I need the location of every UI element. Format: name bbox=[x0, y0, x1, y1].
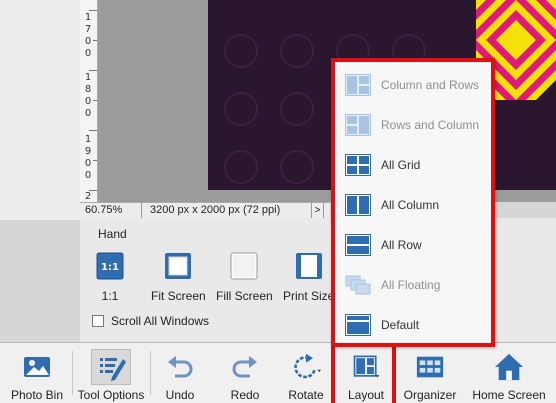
ruler-tick bbox=[89, 130, 97, 131]
ruler-digit: 1 bbox=[84, 12, 92, 23]
scroll-all-windows-label: Scroll All Windows bbox=[111, 314, 210, 328]
layout-menu-item-label: All Floating bbox=[381, 278, 441, 292]
layout-menu: Column and Rows Rows and Column All Grid… bbox=[331, 58, 495, 347]
photo-bin-label: Photo Bin bbox=[10, 388, 64, 402]
layout-menu-item-label: All Row bbox=[381, 238, 422, 252]
ruler-digit: 0 bbox=[84, 48, 92, 59]
pattern-circle bbox=[224, 92, 258, 126]
layout-menu-item-all-grid[interactable]: All Grid bbox=[345, 152, 489, 178]
rows-and-column-icon bbox=[345, 114, 371, 136]
status-menu-arrow[interactable]: > bbox=[312, 203, 324, 218]
layout-menu-item-label: Column and Rows bbox=[381, 78, 480, 92]
undo-label: Undo bbox=[165, 388, 195, 402]
document-dimensions: 3200 px x 2000 px (72 ppi) bbox=[142, 203, 312, 218]
fill-screen-icon bbox=[230, 252, 258, 280]
highlight-border bbox=[331, 342, 335, 403]
layout-menu-item-column-and-rows[interactable]: Column and Rows bbox=[345, 72, 489, 98]
print-size-label: Print Size bbox=[283, 289, 335, 303]
status-bar: 60.75% 3200 px x 2000 px (72 ppi) > bbox=[80, 202, 330, 218]
ruler-tick bbox=[93, 40, 97, 41]
layout-menu-item-all-floating[interactable]: All Floating bbox=[345, 272, 489, 298]
left-empty-panel bbox=[0, 0, 80, 220]
vertical-ruler: 1 7 0 0 1 8 0 0 1 9 0 0 2 bbox=[80, 0, 98, 202]
photo-bin-icon bbox=[22, 352, 52, 382]
zoom-level[interactable]: 60.75% bbox=[80, 203, 142, 218]
tool-name-label: Hand bbox=[98, 227, 127, 241]
rotate-button[interactable]: Rotate bbox=[276, 343, 336, 403]
redo-icon bbox=[230, 352, 260, 382]
organizer-icon bbox=[415, 352, 445, 382]
rotate-label: Rotate bbox=[288, 388, 324, 402]
home-screen-button[interactable]: Home Screen bbox=[468, 343, 550, 403]
undo-button[interactable]: Undo bbox=[150, 343, 210, 403]
column-and-rows-icon bbox=[345, 74, 371, 96]
ruler-digit: 1 bbox=[84, 72, 92, 83]
one-to-one-label: 1:1 bbox=[101, 289, 119, 303]
ruler-digit: 2 bbox=[84, 191, 92, 202]
ruler-digit: 8 bbox=[84, 84, 92, 95]
pattern-circle bbox=[224, 34, 258, 68]
layout-label: Layout bbox=[347, 388, 385, 402]
layout-menu-item-label: Rows and Column bbox=[381, 118, 480, 132]
redo-button[interactable]: Redo bbox=[215, 343, 275, 403]
layout-menu-item-default[interactable]: Default bbox=[345, 312, 489, 338]
photo-bin-button[interactable]: Photo Bin bbox=[0, 343, 74, 403]
home-icon bbox=[494, 352, 524, 382]
one-to-one-button[interactable]: 1:1 1:1 bbox=[96, 252, 124, 303]
ruler-digit: 0 bbox=[84, 170, 92, 181]
ruler-digit: 0 bbox=[84, 158, 92, 169]
organizer-button[interactable]: Organizer bbox=[398, 343, 462, 403]
layout-icon bbox=[351, 352, 381, 382]
fill-screen-label: Fill Screen bbox=[216, 289, 273, 303]
fill-screen-button[interactable]: Fill Screen bbox=[216, 252, 273, 303]
layout-button[interactable]: Layout bbox=[337, 343, 395, 403]
ruler-tick bbox=[89, 10, 97, 11]
ruler-tick bbox=[93, 100, 97, 101]
layout-menu-item-rows-and-column[interactable]: Rows and Column bbox=[345, 112, 489, 138]
layout-menu-item-label: Default bbox=[381, 318, 420, 332]
scroll-all-windows-checkbox[interactable] bbox=[92, 315, 104, 327]
rotate-icon bbox=[291, 352, 321, 382]
pattern-circle bbox=[280, 150, 314, 184]
all-grid-icon bbox=[345, 154, 371, 176]
layout-menu-item-label: All Column bbox=[381, 198, 440, 212]
pattern-circle bbox=[280, 92, 314, 126]
tool-options-button[interactable]: Tool Options bbox=[73, 343, 149, 403]
redo-label: Redo bbox=[230, 388, 260, 402]
layout-menu-item-all-row[interactable]: All Row bbox=[345, 232, 489, 258]
ruler-digit: 0 bbox=[84, 96, 92, 107]
layout-menu-item-all-column[interactable]: All Column bbox=[345, 192, 489, 218]
layout-menu-item-label: All Grid bbox=[381, 158, 421, 172]
fit-screen-label: Fit Screen bbox=[151, 289, 206, 303]
pattern-circle bbox=[280, 34, 314, 68]
all-floating-icon bbox=[345, 274, 371, 296]
ruler-tick bbox=[89, 190, 97, 191]
ruler-digit: 9 bbox=[84, 146, 92, 157]
organizer-label: Organizer bbox=[403, 388, 457, 402]
ruler-digit: 1 bbox=[84, 134, 92, 145]
home-screen-label: Home Screen bbox=[472, 388, 546, 402]
fit-screen-button[interactable]: Fit Screen bbox=[151, 252, 206, 303]
tool-options-label: Tool Options bbox=[77, 388, 145, 402]
one-to-one-icon: 1:1 bbox=[96, 252, 124, 280]
scroll-all-windows-option[interactable]: Scroll All Windows bbox=[92, 314, 209, 328]
highlight-border bbox=[392, 342, 396, 403]
ruler-tick bbox=[93, 160, 97, 161]
all-column-icon bbox=[345, 194, 371, 216]
pattern-circle bbox=[224, 150, 258, 184]
all-row-icon bbox=[345, 234, 371, 256]
ruler-digit: 0 bbox=[84, 108, 92, 119]
print-size-button[interactable]: Print Size bbox=[283, 252, 334, 303]
print-size-icon bbox=[295, 252, 323, 280]
tool-options-icon bbox=[91, 349, 131, 385]
default-layout-icon bbox=[345, 314, 371, 336]
fit-screen-icon bbox=[164, 252, 192, 280]
bottom-toolbar: Photo Bin Tool Options Undo Redo Rotate … bbox=[0, 342, 556, 403]
ruler-digit: 0 bbox=[84, 36, 92, 47]
one-to-one-glyph: 1:1 bbox=[101, 262, 119, 273]
ruler-tick bbox=[89, 70, 97, 71]
ruler-digit: 7 bbox=[84, 24, 92, 35]
undo-icon bbox=[165, 352, 195, 382]
